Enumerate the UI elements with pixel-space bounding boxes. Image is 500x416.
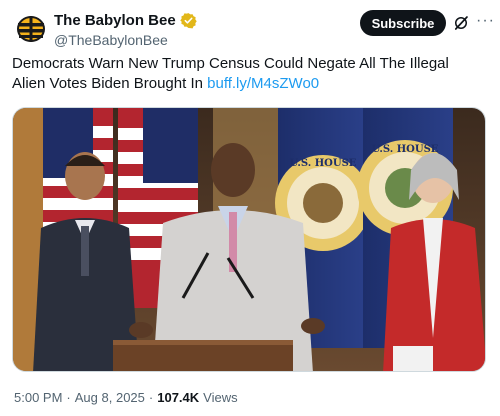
press-conference-photo: U.S. HOUSE U.S. HOUSE — [13, 108, 485, 371]
verified-badge-icon[interactable] — [179, 12, 197, 29]
display-name-text[interactable]: The Babylon Bee — [54, 12, 176, 29]
meta-separator: · — [66, 390, 71, 405]
account-names: The Babylon Bee @TheBabylonBee — [54, 12, 197, 48]
avatar[interactable] — [14, 12, 48, 46]
tweet-time[interactable]: 5:00 PM — [14, 390, 62, 405]
account-handle[interactable]: @TheBabylonBee — [54, 32, 197, 48]
svg-text:U.S. HOUSE: U.S. HOUSE — [372, 144, 439, 155]
views-count: 107.4K — [157, 390, 200, 405]
grok-icon[interactable] — [452, 14, 470, 32]
tweet-date[interactable]: Aug 8, 2025 — [75, 390, 145, 405]
tweet-metadata: 5:00 PM · Aug 8, 2025 · 107.4K Views — [14, 390, 238, 405]
meta-separator-2: · — [148, 390, 154, 405]
more-options-icon[interactable]: ··· — [476, 12, 495, 30]
podium — [113, 340, 293, 371]
svg-text:U.S. HOUSE: U.S. HOUSE — [290, 158, 357, 169]
bee-logo-icon — [17, 16, 45, 42]
tweet-text: Democrats Warn New Trump Census Could Ne… — [12, 54, 482, 94]
tweet-link[interactable]: buff.ly/M4sZWo0 — [207, 75, 319, 92]
views-label: Views — [203, 390, 238, 405]
display-name[interactable]: The Babylon Bee — [54, 12, 197, 29]
subscribe-button[interactable]: Subscribe — [360, 10, 446, 36]
tweet-header: The Babylon Bee @TheBabylonBee Subscribe… — [12, 8, 494, 48]
tweet-media-image[interactable]: U.S. HOUSE U.S. HOUSE — [12, 107, 486, 372]
